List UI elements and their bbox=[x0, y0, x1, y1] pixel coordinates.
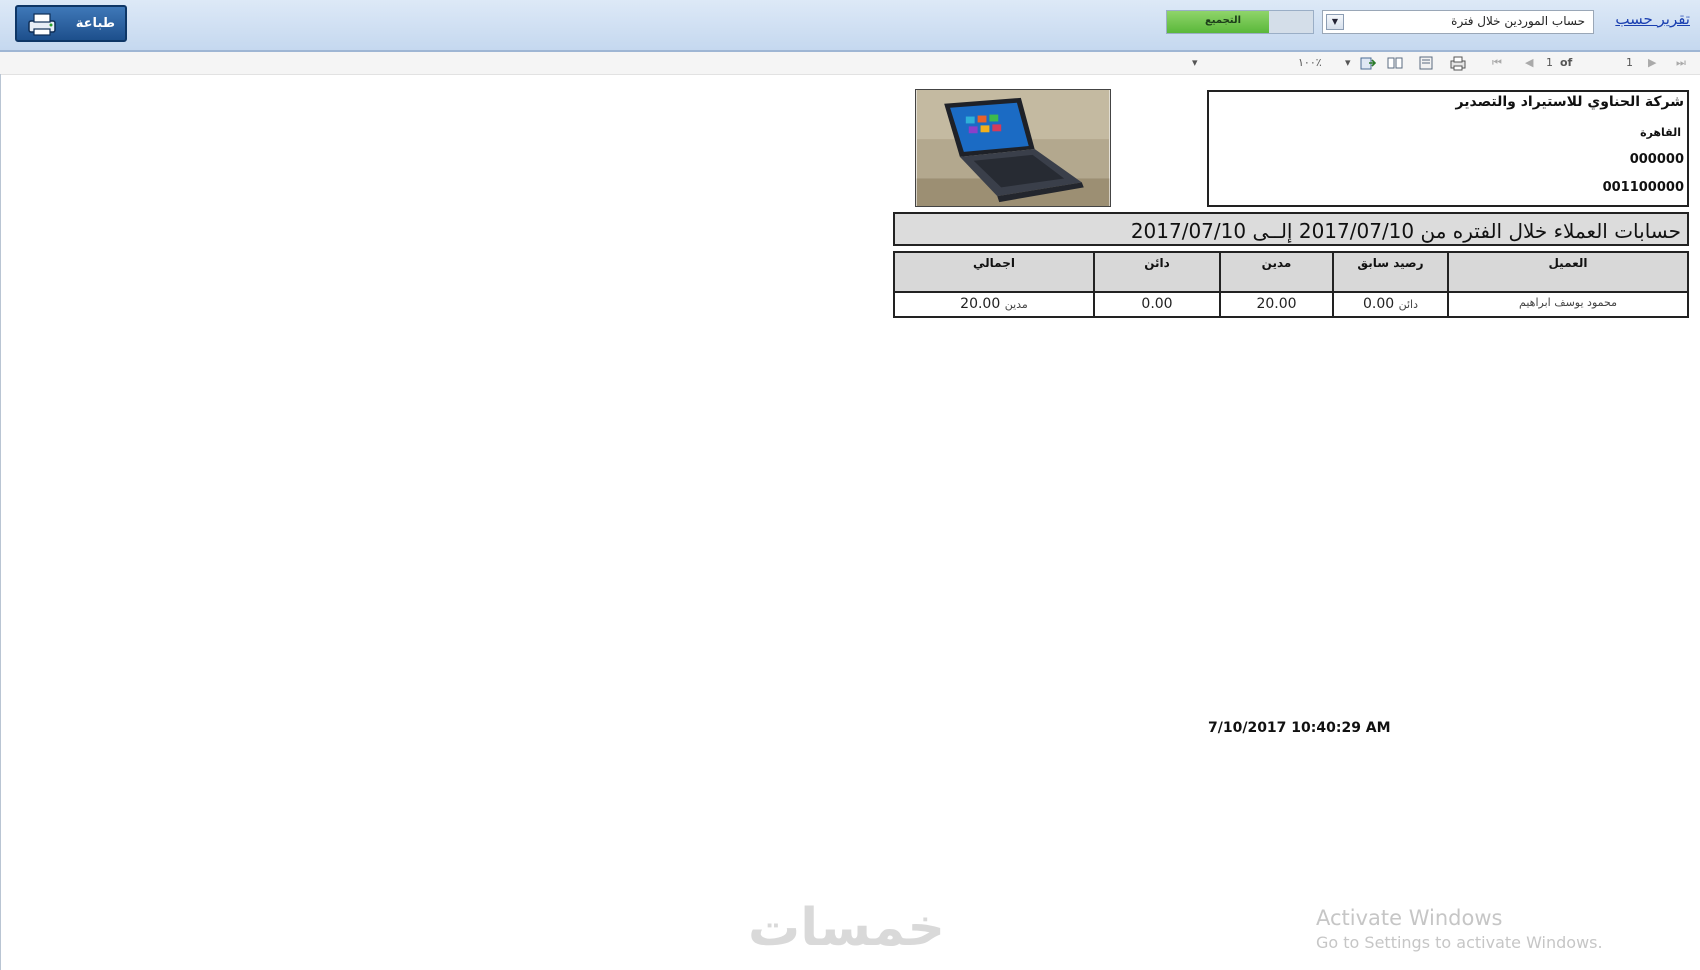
last-page-icon[interactable]: ⏭ bbox=[1676, 55, 1686, 71]
total-type: مدين bbox=[1004, 298, 1028, 311]
table-cell-debit: 20.00 bbox=[1219, 293, 1332, 316]
table-cell-total: مدين 20.00 bbox=[895, 293, 1093, 316]
activate-windows-subtitle: Go to Settings to activate Windows. bbox=[1316, 933, 1603, 952]
company-city: القاهرة bbox=[1640, 126, 1681, 139]
company-mobile: 001100000 bbox=[1602, 180, 1684, 195]
table-cell-credit: 0.00 bbox=[1093, 293, 1219, 316]
column-header-credit: دائن bbox=[1093, 253, 1219, 293]
report-by-link[interactable]: تقرير حسب bbox=[1615, 10, 1690, 28]
print-button-label: طباعة bbox=[75, 16, 115, 31]
company-phone: 000000 bbox=[1629, 152, 1684, 167]
printer-icon[interactable] bbox=[1450, 55, 1466, 71]
report-viewer-toolbar: ▾ ١٠٠٪ ▾ ⏮ ◀ 1 of 1 ▶ ⏭ bbox=[0, 52, 1700, 75]
zoom-value[interactable]: ١٠٠٪ bbox=[1298, 55, 1322, 71]
total-value: 20.00 bbox=[960, 296, 1001, 312]
report-title: حسابات العملاء خلال الفتره من 2017/07/10… bbox=[1130, 219, 1681, 243]
watermark-logo: خمسات bbox=[748, 898, 946, 958]
activate-windows-title: Activate Windows bbox=[1316, 906, 1503, 930]
current-page[interactable]: 1 bbox=[1546, 55, 1553, 71]
company-info-box: شركة الحناوي للاستيراد والتصدير القاهرة … bbox=[1207, 90, 1689, 207]
column-header-debit: مدين bbox=[1219, 253, 1332, 293]
printer-icon bbox=[28, 13, 56, 36]
total-pages: 1 bbox=[1626, 56, 1633, 69]
debit-value: 20.00 bbox=[1256, 296, 1297, 312]
previous-balance-value: 0.00 bbox=[1362, 296, 1395, 312]
print-button[interactable]: طباعة bbox=[15, 5, 127, 42]
company-name: شركة الحناوي للاستيراد والتصدير bbox=[1455, 94, 1684, 110]
previous-page-icon[interactable]: ◀ bbox=[1525, 55, 1533, 71]
content-border bbox=[0, 74, 1, 970]
print-layout-icon[interactable] bbox=[1418, 55, 1434, 71]
zoom-dropdown-icon[interactable]: ▾ bbox=[1345, 55, 1351, 71]
page-setup-icon[interactable] bbox=[1387, 55, 1403, 71]
previous-balance-type: دائن bbox=[1398, 298, 1418, 311]
top-bar: طباعة التجميع حساب الموردين خلال فترة ▼ … bbox=[0, 0, 1700, 52]
report-type-select[interactable]: حساب الموردين خلال فترة ▼ bbox=[1322, 10, 1594, 34]
progress-label: التجميع bbox=[1204, 15, 1242, 26]
report-timestamp: 7/10/2017 10:40:29 AM bbox=[1208, 720, 1391, 736]
column-header-previous-balance: رصيد سابق bbox=[1332, 253, 1447, 293]
progress-bar: التجميع bbox=[1166, 10, 1314, 34]
column-header-total: اجمالي bbox=[895, 253, 1093, 293]
company-logo-image bbox=[915, 89, 1111, 207]
report-select-value: حساب الموردين خلال فترة bbox=[1451, 14, 1585, 28]
report-title-box: حسابات العملاء خلال الفتره من 2017/07/10… bbox=[893, 212, 1689, 246]
next-page-icon[interactable]: ▶ bbox=[1648, 55, 1656, 71]
accounts-table: العميل رصيد سابق مدين دائن اجمالي محمود … bbox=[893, 251, 1689, 318]
table-cell-customer: محمود يوسف ابراهيم bbox=[1447, 293, 1687, 316]
first-page-icon[interactable]: ⏮ bbox=[1492, 55, 1502, 71]
column-header-customer: العميل bbox=[1447, 253, 1687, 293]
page-of-label: of bbox=[1560, 56, 1573, 69]
export-icon[interactable] bbox=[1360, 55, 1376, 71]
export-format-dropdown[interactable]: ▾ bbox=[1192, 55, 1198, 71]
customer-name: محمود يوسف ابراهيم bbox=[1519, 296, 1617, 309]
table-cell-previous-balance: دائن 0.00 bbox=[1332, 293, 1447, 316]
chevron-down-icon[interactable]: ▼ bbox=[1326, 14, 1344, 30]
credit-value: 0.00 bbox=[1141, 296, 1173, 312]
